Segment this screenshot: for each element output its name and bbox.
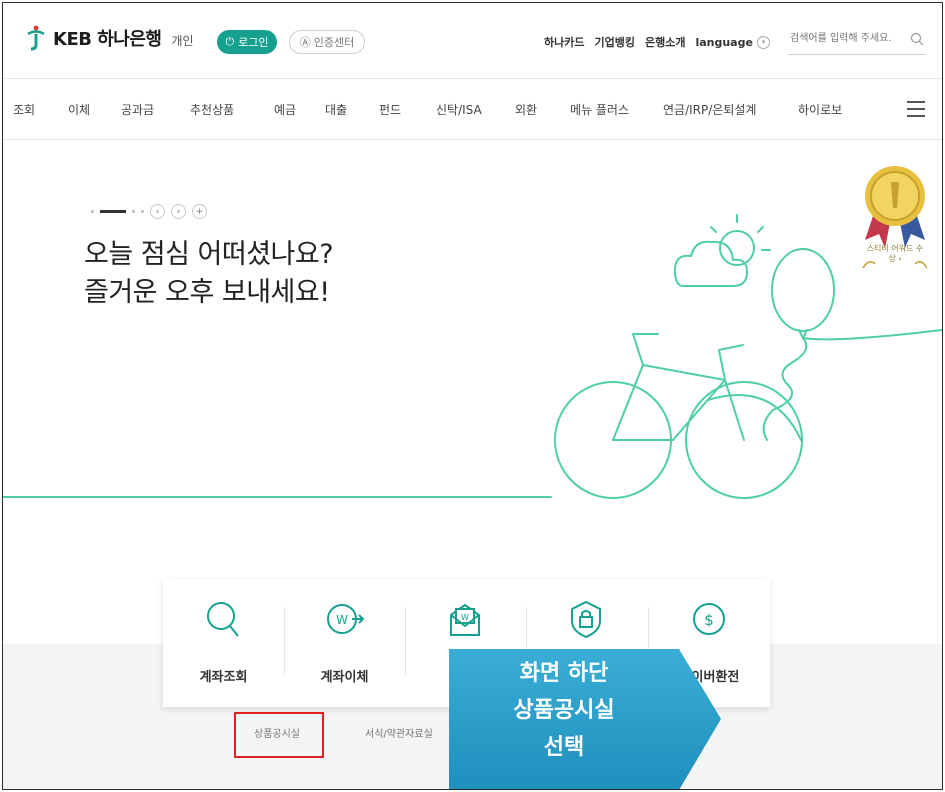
cert-icon: Ⓐ xyxy=(299,36,311,49)
envelope-won-icon: W xyxy=(450,603,480,636)
hero-headline: 오늘 점심 어떠셨나요? 즐거운 오후 보내세요! xyxy=(84,236,334,312)
language-selector[interactable]: language ▾ xyxy=(695,34,770,50)
main-nav: 조회 이체 공과금 추천상품 예금 대출 펀드 신탁/ISA 외환 메뉴 플러스… xyxy=(3,78,942,140)
prev-slide-icon[interactable]: ‹ xyxy=(150,204,165,219)
hero-banner: ‹ › + 오늘 점심 어떠셨나요? 즐거운 오후 보내세요! 스티비 어워드 … xyxy=(3,140,942,620)
top-links: 하나카드 기업뱅킹 은행소개 language ▾ xyxy=(544,34,770,50)
nav-item-fund[interactable]: 펀드 xyxy=(379,101,401,118)
search-input[interactable] xyxy=(788,32,904,45)
quick-item-account-transfer[interactable]: W 계좌이체 xyxy=(284,579,405,707)
slide-dot[interactable] xyxy=(132,210,135,213)
login-label: 로그인 xyxy=(238,36,269,49)
svg-text:W: W xyxy=(461,613,469,622)
quick-item-account-inquiry[interactable]: 계좌조회 xyxy=(163,579,284,707)
slide-dot[interactable] xyxy=(141,210,144,213)
nav-item-transfer[interactable]: 이체 xyxy=(68,101,90,118)
callout-line-2: 상품공시실 xyxy=(513,698,615,723)
award-medal-icon[interactable] xyxy=(855,160,935,290)
search-box xyxy=(788,28,926,55)
quick-label: 계좌조회 xyxy=(199,670,248,685)
highlight-box xyxy=(234,712,324,758)
magnifier-icon xyxy=(207,602,239,637)
link-hanacard[interactable]: 하나카드 xyxy=(544,34,584,50)
next-slide-icon[interactable]: › xyxy=(171,204,186,219)
slide-dot-active[interactable] xyxy=(100,210,126,213)
language-label: language xyxy=(695,35,753,49)
cert-center-button[interactable]: Ⓐ 인증센터 xyxy=(289,30,365,54)
logo-text: KEB 하나은행 xyxy=(53,29,162,50)
svg-text:W: W xyxy=(336,613,348,627)
nav-item-recommended[interactable]: 추천상품 xyxy=(190,101,234,118)
bank-logo[interactable]: KEB 하나은행 개인 xyxy=(25,25,194,51)
link-corporate-banking[interactable]: 기업뱅킹 xyxy=(594,34,634,50)
forms-terms-link[interactable]: 서식/약관자료실 xyxy=(365,725,433,740)
callout-line-3: 선택 xyxy=(543,735,585,760)
chevron-down-icon: ▾ xyxy=(756,35,770,49)
hana-logo-icon xyxy=(27,25,45,51)
nav-item-inquiry[interactable]: 조회 xyxy=(13,101,35,118)
won-transfer-icon: W xyxy=(327,604,364,634)
login-button[interactable]: ⏻ 로그인 xyxy=(217,30,277,54)
dollar-exchange-icon: $ xyxy=(693,603,725,635)
cert-label: 인증센터 xyxy=(313,36,355,49)
pause-slide-icon[interactable]: + xyxy=(192,204,207,219)
callout-text: 화면 하단 상품공시실 선택 xyxy=(449,655,679,766)
browser-page: KEB 하나은행 개인 ⏻ 로그인 Ⓐ 인증센터 하나카드 기업뱅킹 은행소개 … xyxy=(2,2,943,790)
hero-line-2: 즐거운 오후 보내세요! xyxy=(84,277,330,308)
hero-line-1: 오늘 점심 어떠셨나요? xyxy=(84,239,334,270)
site-header: KEB 하나은행 개인 ⏻ 로그인 Ⓐ 인증센터 하나카드 기업뱅킹 은행소개 … xyxy=(3,3,942,78)
nav-item-utility[interactable]: 공과금 xyxy=(121,101,154,118)
nav-item-trust-isa[interactable]: 신탁/ISA xyxy=(436,101,482,118)
nav-item-pension[interactable]: 연금/IRP/은퇴설계 xyxy=(663,101,756,118)
award-label[interactable]: 스티비 어워드 수상 › xyxy=(865,244,925,264)
power-icon: ⏻ xyxy=(225,35,235,48)
slide-indicator: ‹ › + xyxy=(91,204,207,219)
search-icon[interactable] xyxy=(910,32,924,46)
hamburger-menu-icon[interactable] xyxy=(907,101,925,117)
logo-sub: 개인 xyxy=(171,33,194,48)
nav-item-menu-plus[interactable]: 메뉴 플러스 xyxy=(570,101,629,118)
nav-item-forex[interactable]: 외환 xyxy=(515,101,537,118)
link-bank-intro[interactable]: 은행소개 xyxy=(645,34,685,50)
nav-item-deposit[interactable]: 예금 xyxy=(274,101,296,118)
slide-dot[interactable] xyxy=(91,210,94,213)
shield-lock-icon xyxy=(571,600,601,639)
svg-text:$: $ xyxy=(704,611,714,629)
nav-item-loan[interactable]: 대출 xyxy=(325,101,347,118)
quick-label: 계좌이체 xyxy=(320,670,369,685)
callout-line-1: 화면 하단 xyxy=(519,661,609,686)
nav-item-hairobo[interactable]: 하이로보 xyxy=(798,101,842,118)
